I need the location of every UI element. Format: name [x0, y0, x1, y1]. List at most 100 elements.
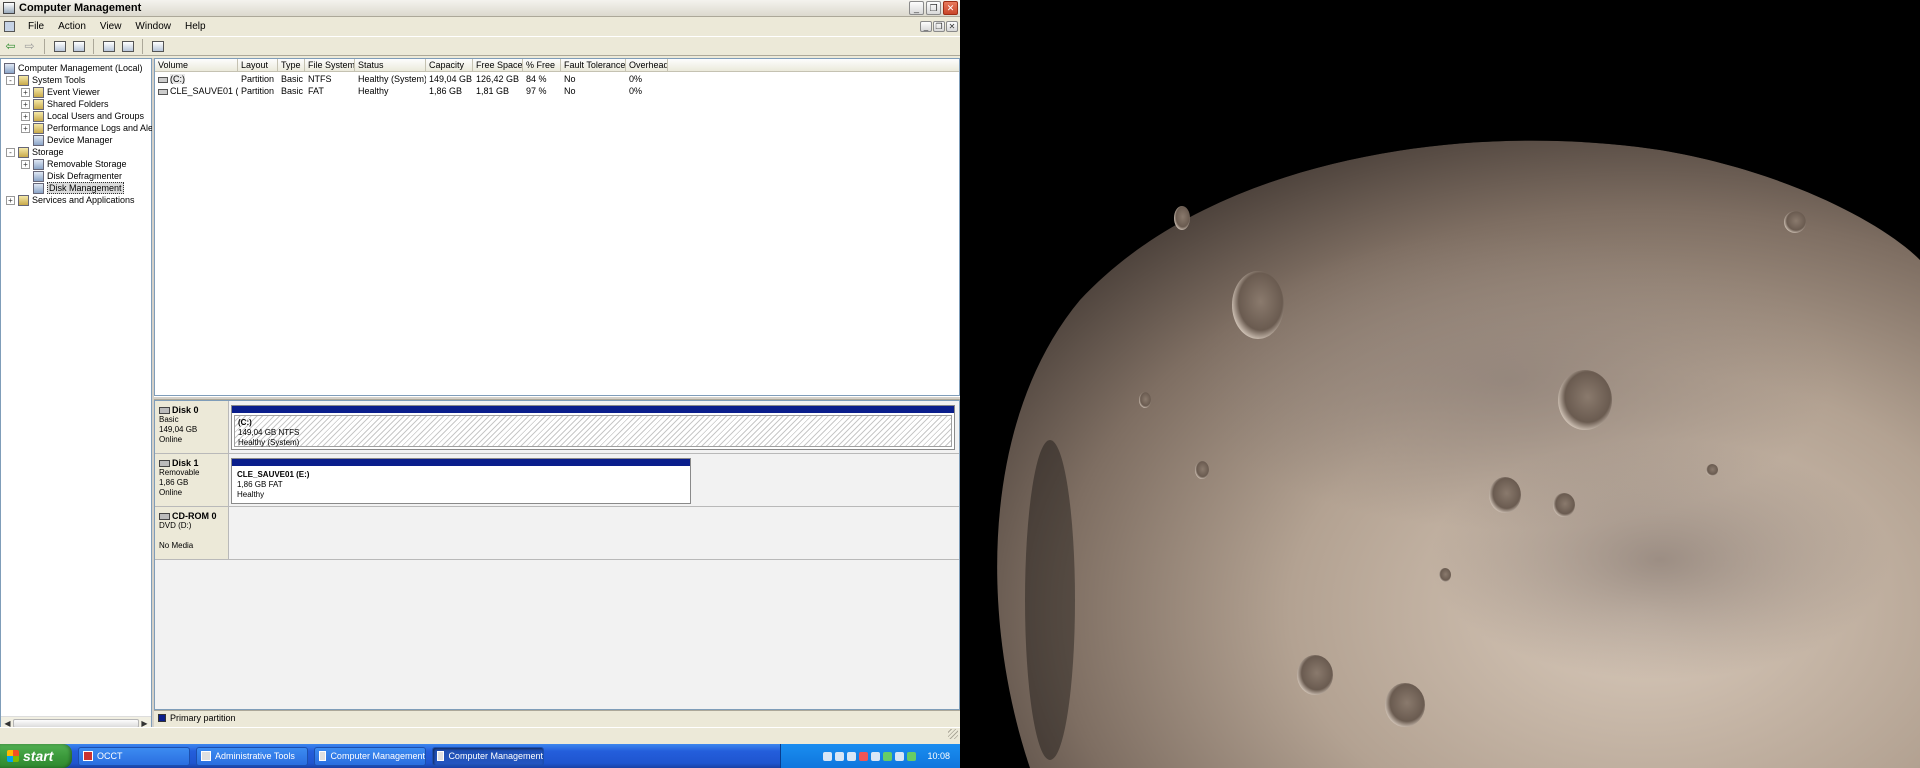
partition-status: Healthy [237, 490, 265, 499]
mdi-system-menu-icon[interactable] [4, 21, 15, 32]
cell-free-space: 1,81 GB [476, 86, 510, 96]
tree-item-system-tools[interactable]: - System Tools [6, 74, 85, 86]
taskbar-button-computer-management[interactable]: Computer Management [314, 746, 426, 766]
tree-root[interactable]: Computer Management (Local) [4, 62, 143, 74]
expand-icon[interactable]: + [21, 159, 30, 169]
tree-item-removable-storage[interactable]: + Removable Storage [21, 158, 127, 170]
tree-item-disk-defragmenter[interactable]: Disk Defragmenter [21, 170, 122, 182]
tree-item-label: System Tools [32, 75, 86, 85]
column-capacity[interactable]: Capacity [426, 59, 473, 72]
expand-icon[interactable]: + [21, 99, 30, 109]
display-tray-icon[interactable] [871, 751, 881, 761]
computer-icon [4, 62, 15, 74]
column-fault-tolerance[interactable]: Fault Tolerance [561, 59, 626, 72]
forward-arrow-icon[interactable]: ⇨ [22, 39, 37, 54]
partition-e[interactable]: CLE_SAUVE01 (E:) 1,86 GB FAT Healthy [231, 458, 691, 504]
disk-info-1[interactable]: Disk 1 Removable 1,86 GB Online [155, 454, 229, 506]
up-folder-button[interactable] [52, 39, 67, 54]
tree-item-storage[interactable]: - Storage [6, 146, 64, 158]
cell-overhead: 0% [629, 74, 643, 84]
menu-view[interactable]: View [93, 21, 129, 32]
cell-file-system: NTFS [308, 74, 332, 84]
column-layout[interactable]: Layout [238, 59, 278, 72]
expand-icon[interactable]: + [21, 87, 30, 97]
taskbar-button-computer-management-active[interactable]: Computer Management [432, 746, 544, 766]
tree-item-services-applications[interactable]: + Services and Applications [6, 194, 135, 206]
taskbar-button-occt[interactable]: OCCT [78, 746, 190, 766]
menu-file[interactable]: File [21, 21, 51, 32]
volume-list-header: Volume Layout Type File System Status Ca… [155, 59, 959, 72]
taskbar-button-label: Computer Management [448, 751, 543, 761]
tree-item-shared-folders[interactable]: + Shared Folders [21, 98, 109, 110]
cell-status: Healthy [358, 86, 389, 96]
close-button[interactable]: ✕ [943, 1, 958, 15]
security-tray-icon[interactable] [895, 751, 905, 761]
show-hide-tree-button[interactable] [71, 39, 86, 54]
cell-type: Basic [281, 74, 304, 84]
volume-tray-icon[interactable] [847, 751, 857, 761]
disk-size: 1,86 GB [159, 478, 189, 487]
expand-icon[interactable]: + [21, 123, 30, 133]
start-button[interactable]: start [0, 744, 72, 768]
disk-info-cdrom[interactable]: CD-ROM 0 DVD (D:) No Media [155, 507, 229, 559]
cell-file-system: FAT [308, 86, 324, 96]
mdi-close-button[interactable]: ✕ [946, 21, 958, 32]
title-bar[interactable]: Computer Management _ ❐ ✕ [0, 0, 960, 17]
battery-tray-icon[interactable] [907, 751, 917, 761]
antivirus-tray-icon[interactable] [859, 751, 869, 761]
taskbar-button-label: Computer Management [330, 751, 425, 761]
properties-button[interactable] [101, 39, 116, 54]
mdi-minimize-button[interactable]: _ [920, 21, 932, 32]
restore-button[interactable]: ❐ [926, 1, 941, 15]
disk-name: Disk 0 [172, 405, 199, 415]
collapse-icon[interactable]: - [6, 147, 15, 157]
expand-icon[interactable]: + [21, 111, 30, 121]
column-overhead[interactable]: Overhead [626, 59, 668, 72]
menu-window[interactable]: Window [128, 21, 178, 32]
column-percent-free[interactable]: % Free [523, 59, 561, 72]
taskbar-button-admin-tools[interactable]: Administrative Tools [196, 746, 308, 766]
menu-help[interactable]: Help [178, 21, 213, 32]
mdi-restore-button[interactable]: ❐ [933, 21, 945, 32]
column-status[interactable]: Status [355, 59, 426, 72]
removable-disk-icon [159, 459, 170, 467]
help-tray-icon[interactable] [823, 751, 833, 761]
tree-item-performance-logs[interactable]: + Performance Logs and Alerts [21, 122, 163, 134]
toolbar-separator [142, 38, 143, 54]
update-tray-icon[interactable] [883, 751, 893, 761]
cell-fault-tolerance: No [564, 86, 576, 96]
refresh-icon [151, 40, 164, 52]
toolbar: ⇦ ⇨ [0, 36, 960, 56]
menu-bar: File Action View Window Help _ ❐ ✕ [0, 17, 960, 36]
tree-item-local-users[interactable]: + Local Users and Groups [21, 110, 144, 122]
expand-icon[interactable]: + [6, 195, 15, 205]
tree-item-label: Services and Applications [32, 195, 135, 205]
tree-item-label: Event Viewer [47, 87, 100, 97]
refresh-button[interactable] [150, 39, 165, 54]
tree-item-event-viewer[interactable]: + Event Viewer [21, 86, 100, 98]
table-row[interactable]: CLE_SAUVE01 (E:) Partition Basic FAT Hea… [155, 85, 959, 97]
menu-action[interactable]: Action [51, 21, 93, 32]
column-type[interactable]: Type [278, 59, 305, 72]
partition-body: (C:) 149,04 GB NTFS Healthy (System) [234, 415, 952, 447]
partition-c[interactable]: (C:) 149,04 GB NTFS Healthy (System) [231, 405, 955, 450]
admin-tools-icon [201, 751, 211, 761]
primary-partition-swatch [158, 714, 166, 722]
partition-detail: 1,86 GB FAT [237, 480, 283, 489]
column-volume[interactable]: Volume [155, 59, 238, 72]
disk-info-0[interactable]: Disk 0 Basic 149,04 GB Online [155, 401, 229, 453]
clock[interactable]: 10:08 [927, 751, 950, 761]
defragmenter-icon [33, 170, 44, 182]
network-tray-icon[interactable] [835, 751, 845, 761]
minimize-button[interactable]: _ [909, 1, 924, 15]
tree-item-disk-management[interactable]: Disk Management [21, 182, 124, 194]
table-row[interactable]: (C:) Partition Basic NTFS Healthy (Syste… [155, 73, 959, 85]
tree-item-device-manager[interactable]: Device Manager [21, 134, 113, 146]
help-button[interactable] [120, 39, 135, 54]
resize-grip-icon[interactable] [948, 729, 958, 739]
back-arrow-icon[interactable]: ⇦ [3, 39, 18, 54]
collapse-icon[interactable]: - [6, 75, 15, 85]
column-file-system[interactable]: File System [305, 59, 355, 72]
column-free-space[interactable]: Free Space [473, 59, 523, 72]
